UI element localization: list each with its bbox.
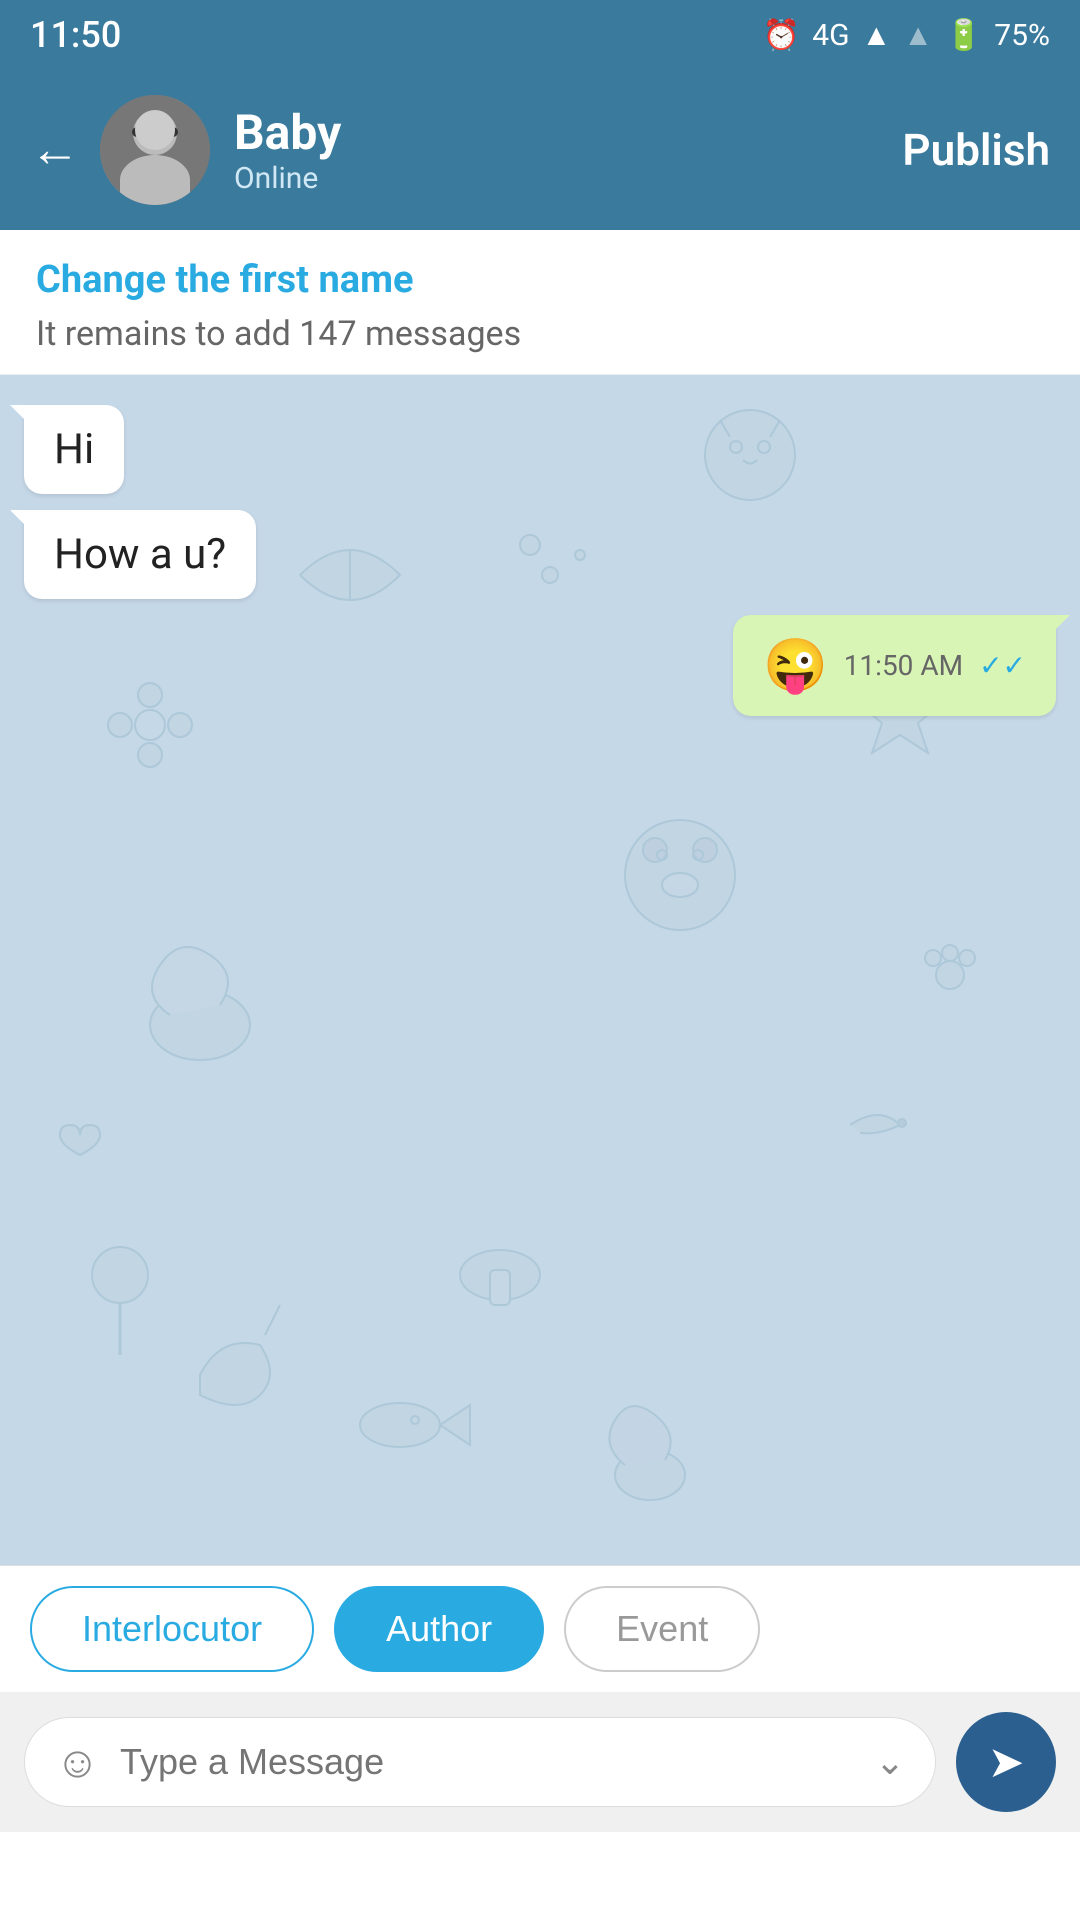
notification-subtitle: It remains to add 147 messages [36, 314, 1044, 354]
signal-icon: ▲ [862, 18, 892, 53]
message-input-wrapper: ☺ ⌄ [24, 1717, 936, 1807]
contact-info: Baby Online [234, 104, 902, 196]
battery-icon: 🔋 [945, 18, 982, 53]
message-ticks: ✓✓ [979, 649, 1026, 682]
message-list: Hi How a u? 😜 11:50 AM ✓✓ [0, 375, 1080, 1565]
message-received-2: How a u? [24, 510, 256, 599]
notification-title[interactable]: Change the first name [36, 258, 1044, 302]
contact-status: Online [234, 161, 902, 196]
message-received-1: Hi [24, 405, 124, 494]
avatar-image [100, 95, 210, 205]
tab-author[interactable]: Author [334, 1586, 544, 1672]
message-sent-1: 😜 11:50 AM ✓✓ [733, 615, 1056, 716]
battery-percent: 75% [994, 18, 1050, 53]
emoji-button[interactable]: ☺ [55, 1736, 100, 1788]
alarm-icon: ⏰ [763, 18, 800, 53]
message-text: How a u? [54, 530, 226, 579]
dropdown-icon[interactable]: ⌄ [875, 1741, 905, 1783]
tab-event[interactable]: Event [564, 1586, 760, 1672]
message-input[interactable] [120, 1741, 855, 1783]
status-bar: 11:50 ⏰ 4G ▲ ▲ 🔋 75% [0, 0, 1080, 70]
signal2-icon: ▲ [903, 18, 933, 53]
status-time: 11:50 [30, 14, 121, 56]
contact-name: Baby [234, 104, 902, 161]
contact-avatar[interactable] [100, 95, 210, 205]
send-button[interactable]: ➤ [956, 1712, 1056, 1812]
publish-button[interactable]: Publish [902, 124, 1050, 176]
network-label: 4G [812, 18, 849, 53]
tab-interlocutor[interactable]: Interlocutor [30, 1586, 314, 1672]
status-icons: ⏰ 4G ▲ ▲ 🔋 75% [763, 18, 1050, 53]
send-icon: ➤ [988, 1736, 1025, 1788]
input-area: ☺ ⌄ ➤ [0, 1692, 1080, 1832]
message-time: 11:50 AM [844, 649, 963, 682]
chat-area: Hi How a u? 😜 11:50 AM ✓✓ [0, 375, 1080, 1565]
message-text: Hi [54, 425, 94, 474]
message-emoji: 😜 [763, 635, 828, 696]
notification-bar: Change the first name It remains to add … [0, 230, 1080, 375]
chat-header: ← Baby Online Publish [0, 70, 1080, 230]
bottom-tabs: Interlocutor Author Event [0, 1565, 1080, 1692]
back-button[interactable]: ← [30, 125, 80, 175]
